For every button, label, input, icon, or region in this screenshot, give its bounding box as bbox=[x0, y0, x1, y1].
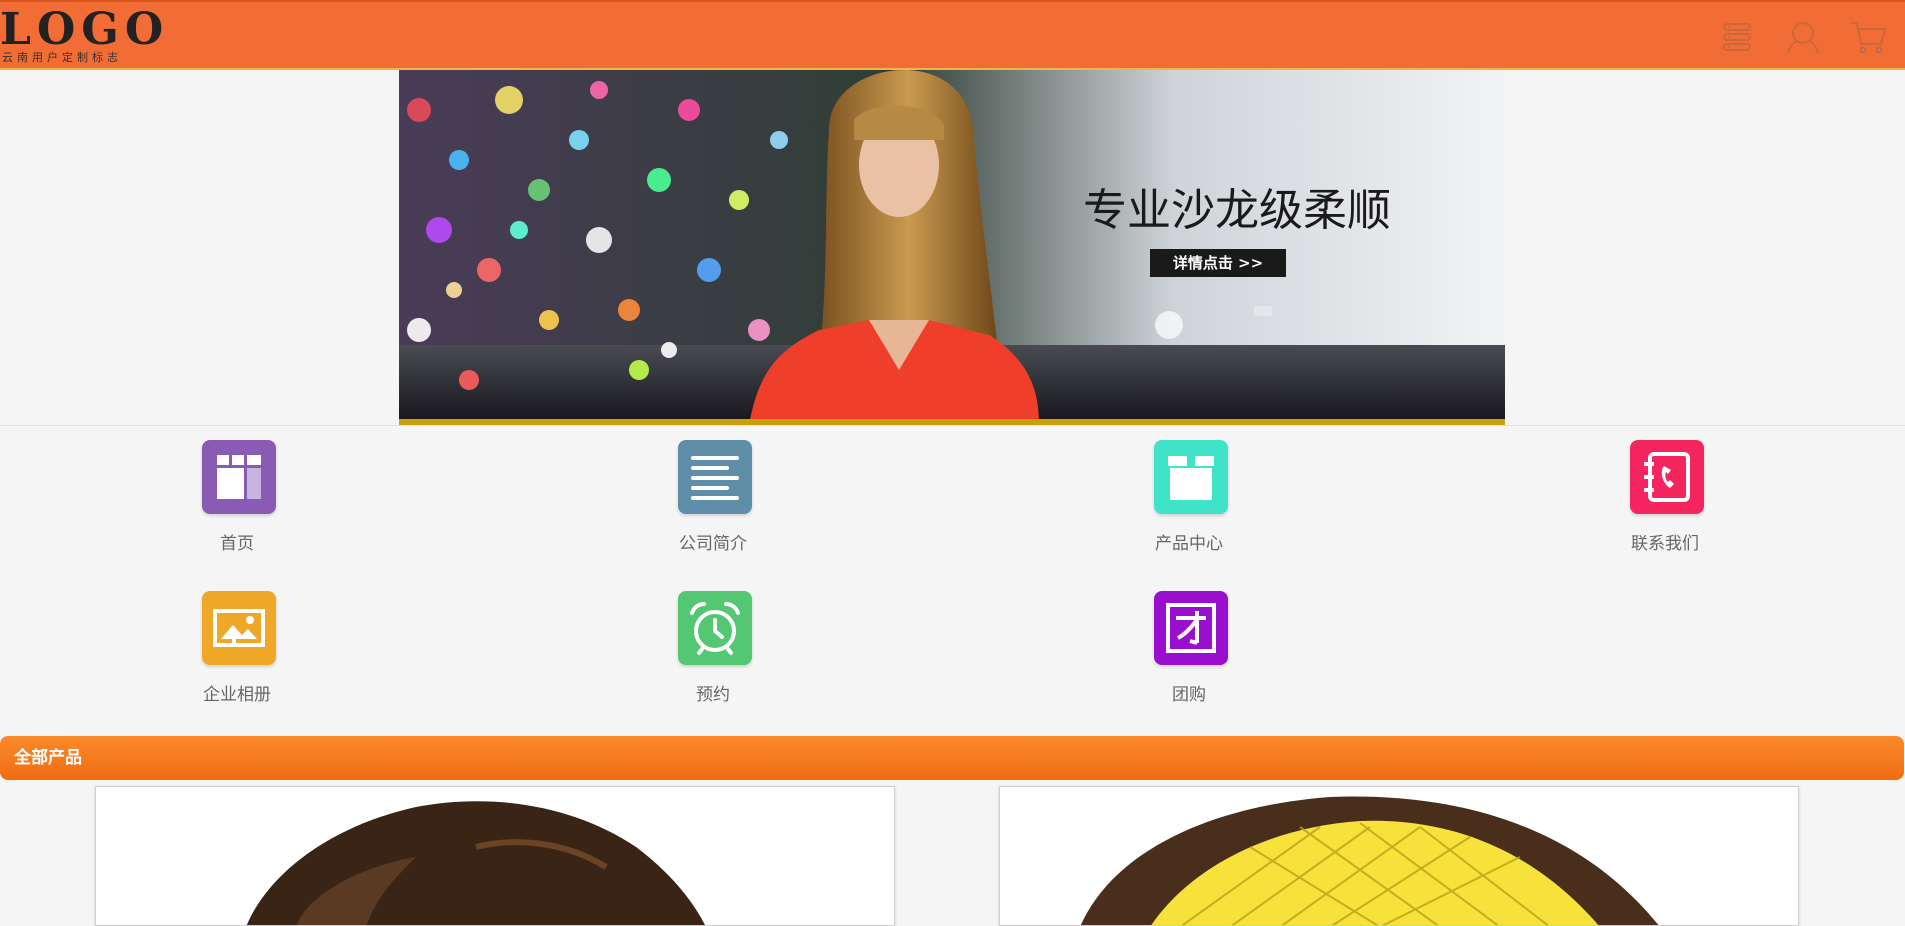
home-icon bbox=[202, 440, 276, 514]
nav-label-booking: 预约 bbox=[696, 685, 730, 705]
document-icon bbox=[678, 440, 752, 514]
nav-label-about: 公司简介 bbox=[679, 534, 747, 554]
product-image bbox=[96, 787, 894, 925]
nav-item-contact[interactable]: 联系我们 bbox=[1595, 426, 1735, 556]
nav-item-home[interactable]: 首页 bbox=[167, 426, 307, 556]
product-image bbox=[1000, 787, 1798, 925]
user-icon[interactable] bbox=[1783, 18, 1821, 56]
logo-subtitle: 云南用户定制标志 bbox=[2, 51, 122, 64]
nav-label-album: 企业相册 bbox=[203, 685, 271, 705]
menu-icon[interactable] bbox=[1718, 18, 1756, 56]
product-card[interactable] bbox=[95, 786, 895, 926]
box-icon bbox=[1154, 440, 1228, 514]
nav-label-group-buy: 团购 bbox=[1172, 685, 1206, 705]
nav-grid: 首页 公司简介 产品中心 联系我们 企业相册 预约 团购 bbox=[0, 425, 1905, 735]
nav-item-about[interactable]: 公司简介 bbox=[643, 426, 783, 556]
banner-image bbox=[399, 70, 1505, 425]
alarm-clock-icon bbox=[678, 591, 752, 665]
section-header-products: 全部产品 bbox=[0, 736, 1904, 780]
logo[interactable]: LOGO 云南用户定制标志 bbox=[0, 6, 163, 66]
nav-label-products: 产品中心 bbox=[1155, 534, 1223, 554]
nav-label-contact: 联系我们 bbox=[1631, 534, 1699, 554]
cart-icon[interactable] bbox=[1849, 18, 1887, 56]
contact-book-icon bbox=[1630, 440, 1704, 514]
nav-item-album[interactable]: 企业相册 bbox=[167, 577, 307, 707]
site-header: LOGO 云南用户定制标志 bbox=[0, 0, 1905, 70]
logo-text: LOGO bbox=[0, 4, 170, 55]
group-buy-icon bbox=[1154, 591, 1228, 665]
product-card[interactable] bbox=[999, 786, 1799, 926]
nav-label-home: 首页 bbox=[220, 534, 254, 554]
nav-item-group-buy[interactable]: 团购 bbox=[1119, 577, 1259, 707]
nav-item-products[interactable]: 产品中心 bbox=[1119, 426, 1259, 556]
hero-banner[interactable]: 专业沙龙级柔顺 详情点击 >> bbox=[399, 70, 1505, 425]
banner-headline: 专业沙龙级柔顺 bbox=[1083, 185, 1391, 236]
section-title: 全部产品 bbox=[14, 748, 82, 768]
photo-album-icon bbox=[202, 591, 276, 665]
banner-details-button[interactable]: 详情点击 >> bbox=[1150, 249, 1286, 277]
nav-item-booking[interactable]: 预约 bbox=[643, 577, 783, 707]
